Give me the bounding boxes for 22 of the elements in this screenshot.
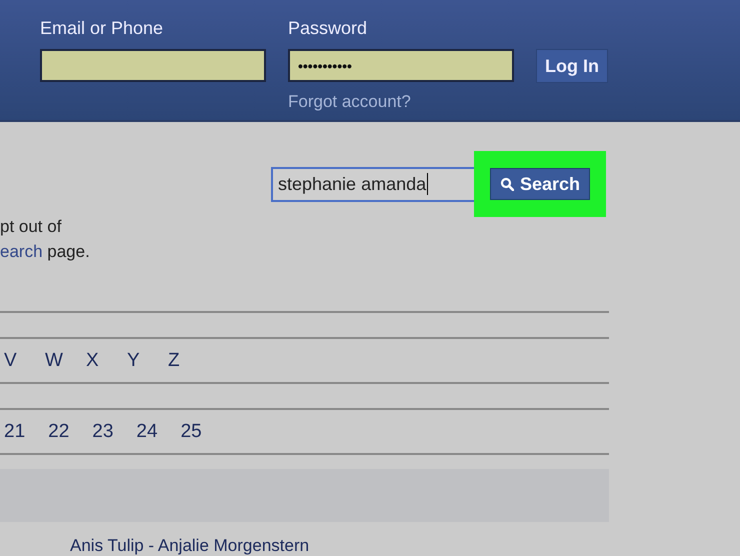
password-label: Password bbox=[288, 18, 368, 40]
letter-link[interactable]: V bbox=[4, 350, 22, 372]
forgot-account-link[interactable]: Forgot account? bbox=[288, 92, 514, 112]
search-icon bbox=[500, 177, 514, 191]
page-link[interactable]: 23 bbox=[92, 420, 114, 442]
email-label: Email or Phone bbox=[40, 18, 164, 40]
notice-text: pt out of bbox=[0, 217, 62, 238]
page-link[interactable]: 24 bbox=[136, 420, 158, 442]
page-link[interactable]: 25 bbox=[180, 420, 202, 442]
letter-link[interactable]: W bbox=[45, 350, 63, 372]
login-button[interactable]: Log In bbox=[536, 49, 608, 83]
search-button[interactable]: Search bbox=[490, 168, 590, 200]
password-field[interactable]: ••••••••••• bbox=[288, 49, 514, 82]
search-page-link[interactable]: earch bbox=[0, 242, 43, 261]
letter-link[interactable]: Y bbox=[127, 350, 145, 372]
letter-link[interactable]: Z bbox=[168, 350, 186, 372]
directory-link[interactable]: Anis Tulip - Anjalie Morgenstern bbox=[70, 536, 740, 556]
page-link[interactable]: 21 bbox=[4, 420, 26, 442]
page-link[interactable]: 22 bbox=[48, 420, 70, 442]
letter-link[interactable]: X bbox=[86, 350, 104, 372]
email-field[interactable] bbox=[40, 49, 266, 82]
notice-text: earch page. bbox=[0, 242, 91, 263]
